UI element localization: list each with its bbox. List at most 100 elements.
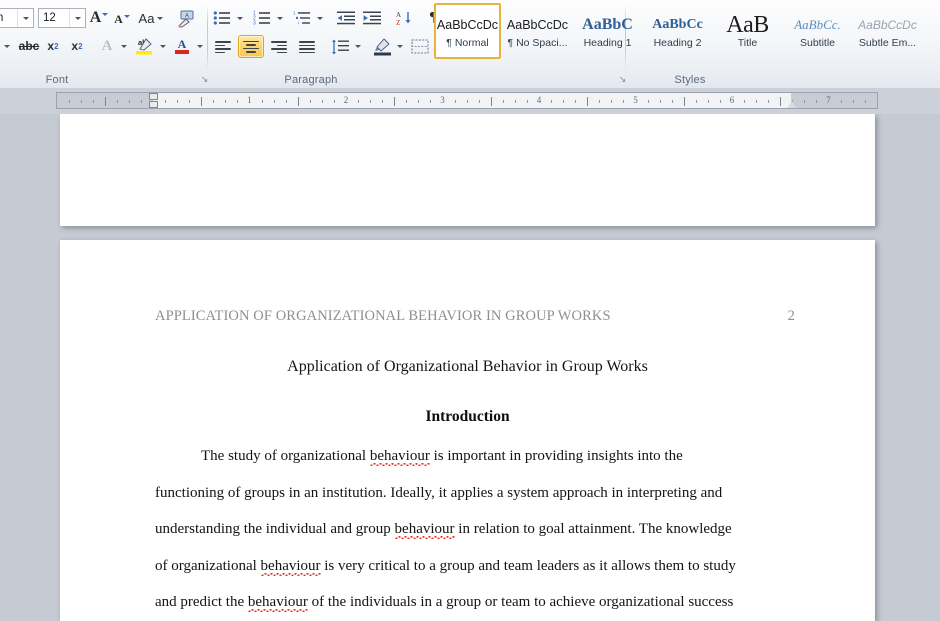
align-left-button[interactable] [210, 36, 236, 58]
underline-dropdown-icon[interactable] [0, 36, 16, 56]
ruler-tick [478, 100, 480, 103]
change-case-button[interactable]: Aa [136, 8, 166, 29]
ruler-tick [225, 100, 227, 103]
line-spacing-icon[interactable] [328, 36, 352, 58]
hanging-indent-marker[interactable] [149, 101, 158, 108]
ruler-tick [804, 100, 806, 103]
subscript-button[interactable]: x2 [42, 36, 64, 56]
ruler-tick [852, 100, 854, 103]
document-canvas[interactable]: APPLICATION OF ORGANIZATIONAL BEHAVIOR I… [0, 114, 940, 621]
multilevel-list-icon[interactable]: 1 i [290, 7, 314, 29]
borders-icon[interactable] [408, 36, 432, 58]
font-color-dropdown-icon[interactable] [194, 36, 206, 56]
style-item-heading-2[interactable]: AaBbCc Heading 2 [644, 3, 711, 59]
line-spacing-dropdown-icon[interactable] [352, 36, 364, 56]
style-item-heading-1[interactable]: AaBbC Heading 1 [574, 3, 641, 59]
text-effects-dropdown-icon[interactable] [118, 36, 130, 56]
ruler-tick [756, 100, 758, 103]
style-item-subtitle[interactable]: AaBbCc. Subtitle [784, 3, 851, 59]
ruler-tick [309, 100, 311, 103]
ruler-tick [382, 100, 384, 103]
text-effects-icon[interactable]: A [96, 36, 118, 56]
misspelled-word: behaviour [369, 448, 430, 464]
paragraph-line: understanding the individual and group b… [155, 521, 783, 558]
page-2[interactable]: APPLICATION OF ORGANIZATIONAL BEHAVIOR I… [60, 240, 875, 621]
right-indent-marker[interactable] [787, 101, 797, 108]
bullets-icon[interactable] [210, 7, 234, 29]
ruler-tick [551, 100, 553, 103]
ruler-tick [92, 100, 94, 103]
ruler-tick [623, 100, 625, 103]
style-item-no-spaci[interactable]: AaBbCcDc ¶ No Spaci... [504, 3, 571, 59]
decrease-indent-icon[interactable] [334, 7, 358, 29]
misspelled-word: behaviour [260, 557, 321, 574]
style-name: Title [737, 37, 758, 49]
ruler-tick [502, 100, 504, 103]
superscript-button[interactable]: x2 [66, 36, 88, 56]
first-line-indent-marker[interactable] [149, 93, 158, 100]
text-run: functioning of groups in an institution.… [155, 484, 723, 501]
ruler-tick [575, 100, 577, 103]
ribbon-group-paragraph: 1 2 3 1 i A Z ¶ Paragraph ↘ [206, 0, 626, 88]
bullets-dropdown-icon[interactable] [234, 8, 246, 28]
shading-icon[interactable] [370, 35, 394, 58]
font-size-dropdown-icon[interactable] [69, 9, 85, 27]
ruler-tick [358, 100, 360, 103]
ruler-tick [611, 100, 613, 103]
ruler-tick [563, 100, 565, 103]
font-name-combo[interactable]: Rom [0, 8, 34, 28]
style-sample: AaBbC [582, 16, 633, 33]
ruler-tick [816, 100, 818, 103]
font-size-combo[interactable]: 12 [38, 8, 86, 28]
ruler-number: 1 [247, 95, 252, 105]
ruler-tick [189, 100, 191, 103]
clear-formatting-icon[interactable]: A [174, 7, 198, 30]
numbering-icon[interactable]: 1 2 3 [250, 7, 274, 29]
highlight-color-icon[interactable]: ab [132, 35, 156, 57]
shading-dropdown-icon[interactable] [394, 36, 406, 56]
numbering-dropdown-icon[interactable] [274, 8, 286, 28]
style-item-title[interactable]: AaB Title [714, 3, 781, 59]
style-item-subtle-em[interactable]: AaBbCcDc Subtle Em... [854, 3, 921, 59]
grow-font-button[interactable]: A [88, 7, 110, 29]
style-sample: AaBbCc. [794, 17, 841, 32]
text-run: understanding the individual and group [155, 521, 395, 538]
increase-indent-icon[interactable] [360, 7, 384, 29]
font-name-dropdown-icon[interactable] [17, 9, 33, 27]
ruler-tick [599, 100, 601, 103]
horizontal-ruler[interactable]: 1 2 3 4 5 6 7 [56, 92, 878, 109]
text-run: in relation to goal attainment. The know… [454, 521, 732, 538]
multilevel-list-dropdown-icon[interactable] [314, 8, 326, 28]
paragraph-line: and predict the behaviour of the individ… [155, 594, 783, 621]
align-justify-button[interactable] [294, 36, 320, 58]
style-sample: AaBbCcDc [436, 18, 499, 32]
paragraph-group-label: Paragraph [284, 74, 338, 86]
ruler-tick [683, 97, 685, 106]
ruler-tick [418, 100, 420, 103]
sort-icon[interactable]: A Z [392, 7, 416, 29]
svg-text:Z: Z [396, 19, 400, 26]
font-size-value: 12 [43, 12, 56, 24]
align-right-button[interactable] [266, 36, 292, 58]
ruler-tick [394, 97, 396, 106]
highlight-dropdown-icon[interactable] [157, 36, 169, 56]
text-run: and predict the [155, 594, 248, 611]
style-item-normal[interactable]: AaBbCcDc ¶ Normal [434, 3, 501, 59]
strikethrough-button[interactable]: abc [18, 36, 40, 56]
ruler-tick [116, 100, 118, 103]
font-group-label: Font [45, 74, 69, 86]
ruler-tick [237, 100, 239, 103]
ruler-tick [526, 100, 528, 103]
ruler-tick [430, 100, 432, 103]
ruler-tick [177, 100, 179, 103]
style-name: ¶ Normal [446, 37, 489, 49]
page-1[interactable] [60, 114, 875, 226]
font-color-icon[interactable]: A [170, 35, 194, 57]
misspelled-word: behaviour [394, 521, 455, 538]
align-center-button[interactable] [238, 35, 264, 58]
body-paragraph[interactable]: The study of organizational behaviour is… [155, 448, 783, 621]
svg-text:A: A [178, 37, 187, 51]
ruler-tick [647, 100, 649, 103]
shrink-font-button[interactable]: A [112, 9, 132, 29]
style-name: ¶ No Spaci... [507, 37, 568, 49]
